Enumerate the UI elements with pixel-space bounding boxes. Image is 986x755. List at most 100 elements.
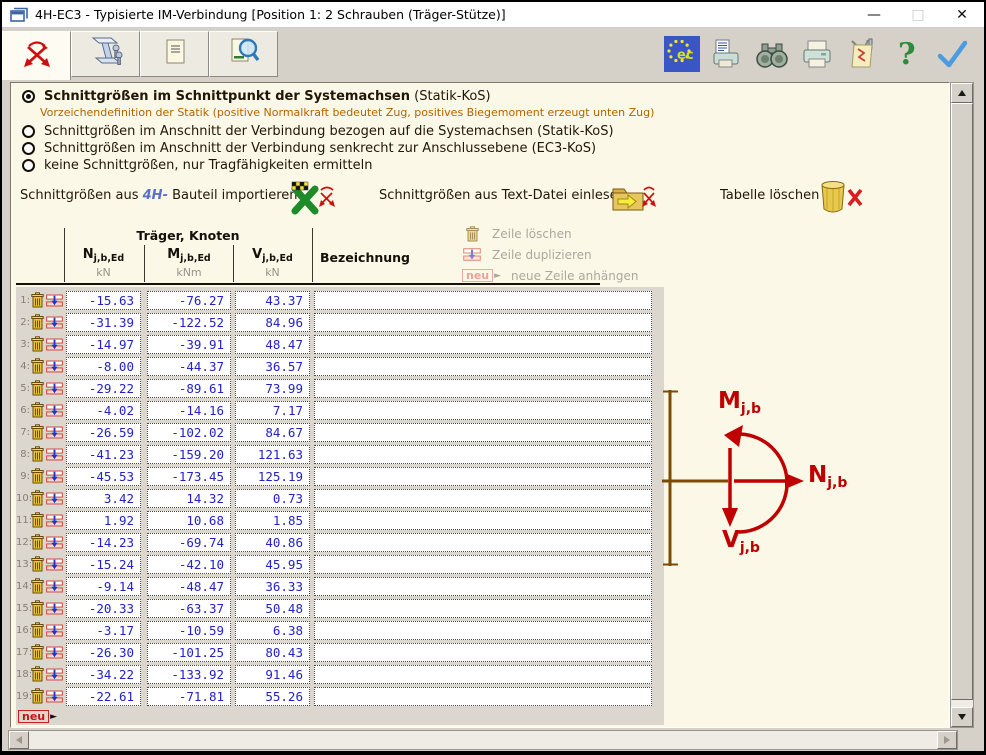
n-input[interactable]: -8.00 (66, 357, 141, 376)
tab-print-preview[interactable] (209, 31, 278, 77)
delete-row-button[interactable] (31, 490, 44, 506)
m-input[interactable]: -159.20 (147, 445, 231, 464)
m-input[interactable]: -76.27 (147, 291, 231, 310)
duplicate-row-button[interactable] (46, 580, 63, 593)
delete-row-button[interactable] (31, 534, 44, 550)
v-input[interactable]: 50.48 (235, 599, 310, 618)
v-input[interactable]: 125.19 (235, 467, 310, 486)
duplicate-row-button[interactable] (46, 426, 63, 439)
m-input[interactable]: -42.10 (147, 555, 231, 574)
n-input[interactable]: 1.92 (66, 511, 141, 530)
tab-steel-profile[interactable] (71, 31, 140, 77)
v-input[interactable]: 6.38 (235, 621, 310, 640)
option-2-label[interactable]: Schnittgrößen im Anschnitt der Verbindun… (44, 124, 614, 139)
duplicate-row-button[interactable] (46, 558, 63, 571)
m-input[interactable]: -39.91 (147, 335, 231, 354)
duplicate-row-button[interactable] (46, 382, 63, 395)
bezeichnung-input[interactable] (314, 401, 652, 420)
close-button[interactable]: ✕ (940, 3, 984, 27)
m-input[interactable]: -14.16 (147, 401, 231, 420)
duplicate-row-button[interactable] (46, 360, 63, 373)
delete-row-button[interactable] (31, 424, 44, 440)
search-button[interactable] (754, 36, 790, 72)
m-input[interactable]: -89.61 (147, 379, 231, 398)
v-input[interactable]: 36.57 (235, 357, 310, 376)
new-row-button[interactable]: neu► (18, 710, 57, 723)
v-input[interactable]: 84.96 (235, 313, 310, 332)
bezeichnung-input[interactable] (314, 291, 652, 310)
duplicate-row-button[interactable] (46, 492, 63, 505)
v-input[interactable]: 7.17 (235, 401, 310, 420)
delete-row-button[interactable] (31, 578, 44, 594)
n-input[interactable]: 3.42 (66, 489, 141, 508)
scroll-left-button[interactable] (9, 731, 29, 749)
print-button[interactable] (799, 36, 835, 72)
tab-document[interactable] (140, 31, 209, 77)
v-input[interactable]: 43.37 (235, 291, 310, 310)
v-input[interactable]: 48.47 (235, 335, 310, 354)
scroll-up-button[interactable] (951, 83, 973, 103)
delete-row-button[interactable] (31, 622, 44, 638)
v-input[interactable]: 36.33 (235, 577, 310, 596)
scroll-right-button[interactable] (937, 731, 957, 749)
m-input[interactable]: -133.92 (147, 665, 231, 684)
delete-row-button[interactable] (31, 292, 44, 308)
m-input[interactable]: -10.59 (147, 621, 231, 640)
duplicate-row-button[interactable] (46, 294, 63, 307)
bezeichnung-input[interactable] (314, 533, 652, 552)
delete-row-button[interactable] (31, 446, 44, 462)
v-input[interactable]: 121.63 (235, 445, 310, 464)
m-input[interactable]: -63.37 (147, 599, 231, 618)
bezeichnung-input[interactable] (314, 621, 652, 640)
tab-internal-forces[interactable] (2, 31, 71, 80)
n-input[interactable]: -29.22 (66, 379, 141, 398)
n-input[interactable]: -15.63 (66, 291, 141, 310)
v-input[interactable]: 80.43 (235, 643, 310, 662)
delete-row-button[interactable] (31, 358, 44, 374)
print-list-button[interactable] (709, 36, 745, 72)
m-input[interactable]: 14.32 (147, 489, 231, 508)
m-input[interactable]: -173.45 (147, 467, 231, 486)
bezeichnung-input[interactable] (314, 335, 652, 354)
duplicate-row-button[interactable] (46, 316, 63, 329)
duplicate-row-button[interactable] (46, 470, 63, 483)
duplicate-row-button[interactable] (46, 624, 63, 637)
bezeichnung-input[interactable] (314, 489, 652, 508)
minimize-button[interactable]: — (852, 3, 896, 27)
bezeichnung-input[interactable] (314, 445, 652, 464)
v-input[interactable]: 40.86 (235, 533, 310, 552)
radio-anschnitt-anschlussebene[interactable] (22, 142, 35, 155)
delete-row-button[interactable] (31, 600, 44, 616)
help-button[interactable]: ? (889, 36, 925, 72)
m-input[interactable]: -48.47 (147, 577, 231, 596)
m-input[interactable]: -101.25 (147, 643, 231, 662)
duplicate-row-button[interactable] (46, 690, 63, 703)
m-input[interactable]: -102.02 (147, 423, 231, 442)
bezeichnung-input[interactable] (314, 555, 652, 574)
vertical-scrollbar[interactable] (950, 82, 974, 728)
duplicate-row-button[interactable] (46, 448, 63, 461)
bezeichnung-input[interactable] (314, 467, 652, 486)
n-input[interactable]: -14.97 (66, 335, 141, 354)
bezeichnung-input[interactable] (314, 511, 652, 530)
eurocode-button[interactable]: ec (664, 36, 700, 72)
delete-row-button[interactable] (31, 380, 44, 396)
radio-anschnitt-systemachsen[interactable] (22, 125, 35, 138)
delete-row-button[interactable] (31, 688, 44, 704)
m-input[interactable]: -69.74 (147, 533, 231, 552)
v-input[interactable]: 91.46 (235, 665, 310, 684)
bezeichnung-input[interactable] (314, 379, 652, 398)
scroll-down-button[interactable] (951, 707, 973, 727)
horizontal-scrollbar[interactable] (8, 730, 958, 750)
delete-row-button[interactable] (31, 468, 44, 484)
duplicate-row-button[interactable] (46, 646, 63, 659)
vertical-scroll-thumb[interactable] (951, 103, 973, 700)
duplicate-row-button[interactable] (46, 404, 63, 417)
n-input[interactable]: -14.23 (66, 533, 141, 552)
n-input[interactable]: -45.53 (66, 467, 141, 486)
delete-row-button[interactable] (31, 512, 44, 528)
v-input[interactable]: 0.73 (235, 489, 310, 508)
v-input[interactable]: 73.99 (235, 379, 310, 398)
bezeichnung-input[interactable] (314, 643, 652, 662)
delete-row-button[interactable] (31, 336, 44, 352)
